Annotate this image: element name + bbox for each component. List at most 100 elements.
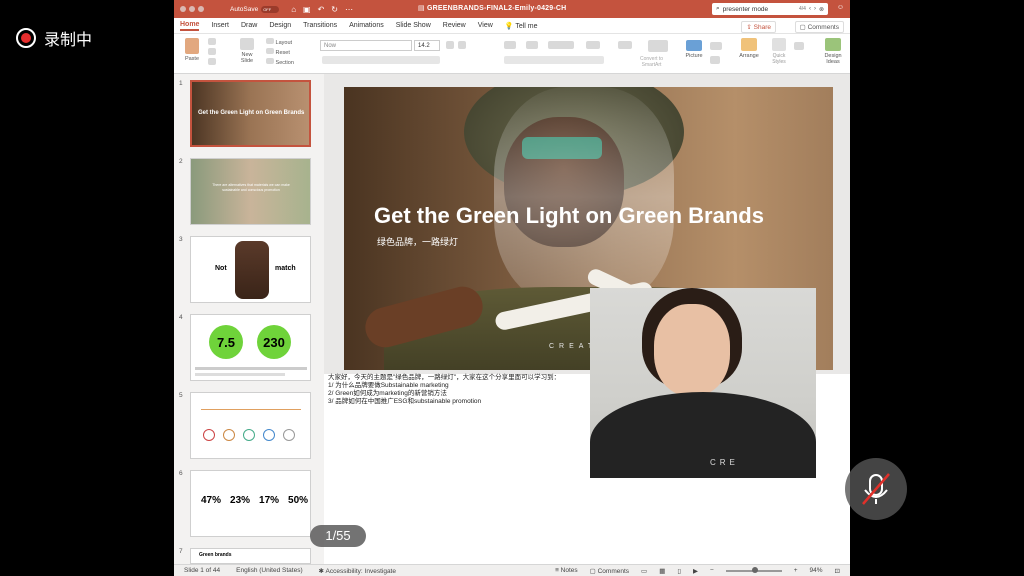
search-input[interactable]: presenter mode bbox=[723, 6, 769, 13]
comments-toggle[interactable]: ▢ Comments bbox=[590, 567, 629, 575]
slide-thumbnail-1[interactable]: Get the Green Light on Green Brands bbox=[190, 80, 311, 147]
slide-thumbnail-2[interactable]: There are alternatives that materials we… bbox=[190, 158, 311, 225]
grow-font-icon[interactable] bbox=[446, 41, 454, 49]
paragraph-align-icons[interactable] bbox=[504, 56, 604, 64]
layout-button[interactable]: Layout bbox=[266, 38, 294, 48]
convert-smartart-icon[interactable] bbox=[648, 40, 668, 52]
text-direction-icon[interactable] bbox=[618, 41, 632, 49]
microphone-muted-icon bbox=[862, 473, 890, 505]
line-spacing-icon[interactable] bbox=[586, 41, 600, 49]
new-slide-button[interactable]: New Slide bbox=[236, 38, 258, 64]
paste-icon bbox=[185, 38, 199, 54]
mute-button[interactable] bbox=[845, 458, 907, 520]
search-next-icon[interactable]: › bbox=[814, 6, 816, 12]
fit-slide-icon[interactable]: ⊡ bbox=[835, 567, 840, 575]
tab-review[interactable]: Review bbox=[443, 22, 466, 29]
section-button[interactable]: Section bbox=[266, 58, 294, 68]
tab-animations[interactable]: Animations bbox=[349, 22, 384, 29]
window-controls[interactable] bbox=[180, 6, 204, 12]
slide-thumbnail-7[interactable]: Green brands bbox=[190, 548, 311, 564]
indent-icons[interactable] bbox=[548, 41, 574, 49]
text-format-icons[interactable] bbox=[322, 56, 440, 64]
numbering-icon[interactable] bbox=[526, 41, 538, 49]
reading-view-icon[interactable]: ▯ bbox=[677, 567, 681, 575]
font-size-input[interactable]: 14.2 bbox=[414, 40, 440, 51]
quick-styles-button[interactable]: Quick Styles bbox=[768, 38, 790, 65]
tab-tell-me[interactable]: 💡 Tell me bbox=[505, 22, 538, 30]
tab-design[interactable]: Design bbox=[269, 22, 291, 29]
slideshow-view-icon[interactable]: ▶ bbox=[693, 567, 698, 575]
comments-label: Comments bbox=[807, 24, 839, 31]
layout-icon bbox=[266, 38, 274, 44]
tell-me-label: Tell me bbox=[515, 22, 538, 30]
autosave-switch[interactable]: OFF bbox=[261, 5, 280, 13]
thumb-6-stat: 47% bbox=[201, 495, 222, 506]
notes-toggle[interactable]: ≡ Notes bbox=[555, 567, 578, 574]
thumb-number: 7 bbox=[179, 548, 183, 555]
slide-thumbnail-3[interactable]: Not match bbox=[190, 236, 311, 303]
shrink-font-icon[interactable] bbox=[458, 41, 466, 49]
accessibility-status[interactable]: ✱ Accessibility: Investigate bbox=[319, 567, 396, 575]
zoom-out-icon[interactable]: − bbox=[710, 567, 714, 574]
accessibility-label: Accessibility: Investigate bbox=[325, 567, 396, 575]
thumb-number: 5 bbox=[179, 392, 183, 399]
slide-thumbnail-4[interactable]: 7.5 230 bbox=[190, 314, 311, 381]
more-icon[interactable]: ⋯ bbox=[345, 5, 353, 14]
picture-button[interactable]: Picture bbox=[682, 40, 706, 59]
search-icon: ⌕ bbox=[716, 5, 720, 12]
shapes-icon[interactable] bbox=[710, 42, 722, 50]
comment-icon: ▢ bbox=[799, 24, 808, 31]
autosave-toggle[interactable]: AutoSave OFF bbox=[230, 5, 280, 13]
accessibility-icon: ✱ bbox=[318, 567, 326, 575]
bullets-icon[interactable] bbox=[504, 41, 516, 49]
search-clear-icon[interactable]: ⊗ bbox=[819, 6, 824, 13]
quick-styles-icon bbox=[772, 38, 786, 51]
design-ideas-button[interactable]: Design Ideas bbox=[820, 38, 846, 65]
comment-icon: ▢ bbox=[589, 567, 598, 575]
save-icon[interactable]: ▣ bbox=[303, 5, 311, 14]
font-name-input[interactable]: Now bbox=[320, 40, 412, 51]
section-label: Section bbox=[275, 60, 294, 66]
slide-thumbnail-5[interactable] bbox=[190, 392, 311, 459]
slide-thumbnail-6[interactable]: 47% 23% 17% 50% bbox=[190, 470, 311, 537]
search-box[interactable]: ⌕ presenter mode 4/4 ‹ › ⊗ bbox=[712, 3, 828, 15]
record-icon bbox=[16, 28, 36, 48]
profile-icon[interactable]: ☺ bbox=[837, 4, 844, 11]
thumb-6-stat: 50% bbox=[288, 495, 309, 506]
zoom-slider[interactable] bbox=[725, 566, 782, 573]
zoom-level[interactable]: 94% bbox=[810, 567, 823, 574]
copy-icon[interactable] bbox=[208, 48, 216, 55]
search-prev-icon[interactable]: ‹ bbox=[809, 6, 811, 12]
tab-insert[interactable]: Insert bbox=[211, 22, 229, 29]
tab-draw[interactable]: Draw bbox=[241, 22, 257, 29]
comments-button[interactable]: ▢ Comments bbox=[794, 21, 844, 33]
arrange-icon bbox=[741, 38, 757, 51]
tab-slide-show[interactable]: Slide Show bbox=[396, 22, 431, 29]
share-label: Share bbox=[753, 24, 771, 31]
redo-icon[interactable]: ↻ bbox=[331, 5, 338, 14]
textbox-icon[interactable] bbox=[710, 56, 720, 64]
tab-home[interactable]: Home bbox=[180, 21, 200, 31]
tab-transitions[interactable]: Transitions bbox=[303, 22, 337, 29]
presenter-shirt-text: CRE bbox=[710, 458, 739, 467]
normal-view-icon[interactable]: ▭ bbox=[641, 567, 647, 575]
cut-icon[interactable] bbox=[208, 38, 216, 45]
format-painter-icon[interactable] bbox=[208, 58, 216, 65]
document-title: ▤ GREENBRANDS-FINAL2-Emily-0429-CH bbox=[418, 4, 566, 12]
undo-icon[interactable]: ↶ bbox=[318, 5, 325, 14]
thumb-3-right: match bbox=[275, 265, 296, 272]
sorter-view-icon[interactable]: ▦ bbox=[659, 567, 665, 575]
language-status[interactable]: English (United States) bbox=[236, 567, 302, 574]
arrange-label: Arrange bbox=[739, 53, 759, 59]
tab-view[interactable]: View bbox=[478, 22, 493, 29]
zoom-in-icon[interactable]: + bbox=[794, 567, 798, 574]
share-icon: ⇪ bbox=[746, 24, 754, 31]
home-icon[interactable]: ⌂ bbox=[291, 5, 296, 14]
share-button[interactable]: ⇪ Share bbox=[741, 21, 776, 33]
arrange-button[interactable]: Arrange bbox=[736, 38, 762, 59]
reset-button[interactable]: Reset bbox=[266, 48, 294, 58]
shape-fill-icon[interactable] bbox=[794, 42, 804, 50]
paste-button[interactable]: Paste bbox=[181, 38, 203, 62]
thumb-6-stats: 47% 23% 17% 50% bbox=[201, 495, 308, 506]
search-count: 4/4 bbox=[799, 6, 806, 12]
